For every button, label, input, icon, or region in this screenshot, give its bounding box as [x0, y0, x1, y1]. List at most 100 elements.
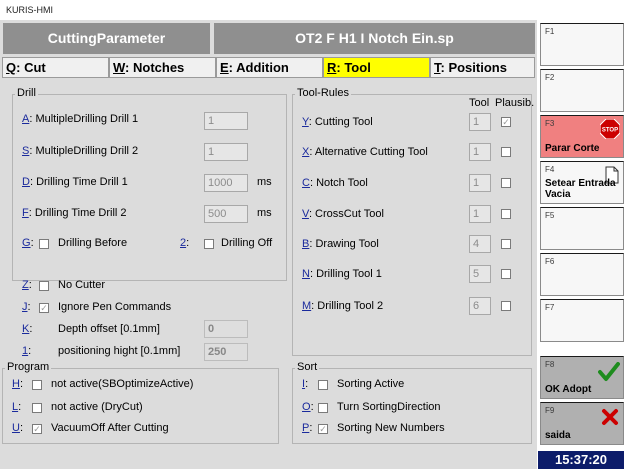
multiple-drilling-drill-1-input[interactable]: 1 — [204, 112, 248, 130]
field-label: : Drilling Time Drill 1 — [29, 176, 128, 188]
drilling-tool-2-input[interactable]: 6 — [469, 297, 491, 315]
ignore-pen-checkbox[interactable]: ✓ — [39, 303, 49, 313]
hotkey[interactable]: I — [302, 378, 305, 390]
f1-button[interactable]: F1 — [540, 23, 624, 66]
sb-optimize-checkbox[interactable] — [32, 380, 42, 390]
field-label: : Alternative Cutting Tool — [309, 146, 428, 158]
drilling-time-drill-1-input[interactable]: 1000 — [204, 174, 248, 192]
fkey-id: F1 — [545, 27, 555, 36]
hotkey[interactable]: G — [22, 237, 31, 249]
fkey-label: Setear Entrada Vacia — [545, 178, 616, 200]
notch-tool-plausib-checkbox[interactable] — [501, 178, 511, 188]
page-title: CuttingParameter — [3, 23, 210, 54]
tab-tool[interactable]: R: Tool — [323, 57, 430, 78]
alt-cutting-tool-input[interactable]: 1 — [469, 143, 491, 161]
drilling-before-checkbox[interactable] — [39, 239, 49, 249]
stop-sign-text: STOP — [602, 128, 618, 134]
depth-offset-input[interactable]: 0 — [204, 320, 248, 338]
tool-column-header: Tool — [469, 97, 490, 109]
multiple-drilling-drill-2-input[interactable]: 1 — [204, 143, 248, 161]
tool-rule-label: V: CrossCut Tool — [302, 208, 384, 220]
hotkey[interactable]: K — [22, 323, 29, 335]
hotkey[interactable]: P — [302, 422, 309, 434]
positioning-hight-input[interactable]: 250 — [204, 343, 248, 361]
drilling-off-label: Drilling Off — [221, 237, 273, 249]
fkey-id: F8 — [545, 360, 555, 369]
no-cutter-checkbox[interactable] — [39, 281, 49, 291]
tool-rule-label: Y: Cutting Tool — [302, 116, 373, 128]
hotkey[interactable]: M — [302, 300, 311, 312]
hotkey[interactable]: 2 — [180, 237, 186, 249]
hotkey[interactable]: D — [22, 176, 30, 188]
dry-cut-label: not active (DryCut) — [51, 401, 143, 413]
crosscut-tool-input[interactable]: 1 — [469, 205, 491, 223]
drilling-off-checkbox[interactable] — [204, 239, 214, 249]
hotkey[interactable]: H — [12, 378, 20, 390]
crosscut-tool-plausib-checkbox[interactable] — [501, 209, 511, 219]
alt-cutting-tool-plausib-checkbox[interactable] — [501, 147, 511, 157]
hotkey[interactable]: F — [22, 207, 29, 219]
drawing-tool-input[interactable]: 4 — [469, 235, 491, 253]
hotkey[interactable]: N — [302, 268, 310, 280]
hotkey[interactable]: C — [302, 177, 310, 189]
tab-bar: Q: Cut W: Notches E: Addition R: Tool T:… — [2, 57, 535, 78]
drilling-tool-1-plausib-checkbox[interactable] — [501, 269, 511, 279]
hotkey[interactable]: Y — [302, 116, 309, 128]
file-title: OT2 F H1 I Notch Ein.sp — [214, 23, 535, 54]
f2-button[interactable]: F2 — [540, 69, 624, 112]
dry-cut-checkbox[interactable] — [32, 403, 42, 413]
turn-sorting-direction-checkbox[interactable] — [318, 403, 328, 413]
tab-label: : Tool — [336, 60, 371, 75]
sorting-new-numbers-checkbox[interactable]: ✓ — [318, 424, 328, 434]
drill-row-label: A: MultipleDrilling Drill 1 — [22, 113, 138, 125]
drawing-tool-plausib-checkbox[interactable] — [501, 239, 511, 249]
drill-group-title: Drill — [15, 87, 38, 99]
field-label: : Drilling Tool 1 — [309, 268, 382, 280]
cutting-tool-plausib-checkbox[interactable]: ✓ — [501, 117, 511, 127]
tab-key: W — [113, 60, 126, 75]
program-row-hotkey: H: — [12, 378, 24, 390]
plausib-column-header: Plausib. — [495, 97, 535, 109]
hotkey[interactable]: J — [22, 301, 28, 313]
f8-ok-adopt-button[interactable]: F8 OK Adopt — [540, 356, 624, 399]
f6-button[interactable]: F6 — [540, 253, 624, 296]
tab-notches[interactable]: W: Notches — [109, 57, 216, 78]
hotkey[interactable]: L — [12, 401, 18, 413]
tab-label: : Cut — [16, 60, 46, 75]
function-key-panel: F1 F2 F3 STOP Parar Corte F4 Setear Entr… — [538, 20, 624, 469]
tool-rule-label: N: Drilling Tool 1 — [302, 268, 382, 280]
f9-exit-button[interactable]: F9 saida — [540, 402, 624, 445]
f5-button[interactable]: F5 — [540, 207, 624, 250]
program-group-title: Program — [5, 361, 52, 373]
field-label: : Drilling Time Drill 2 — [28, 207, 127, 219]
drilling-tool-1-input[interactable]: 5 — [469, 265, 491, 283]
hotkey[interactable]: Z — [22, 279, 29, 291]
hotkey[interactable]: V — [302, 208, 309, 220]
hotkey[interactable]: U — [12, 422, 20, 434]
drill-row-label: F: Drilling Time Drill 2 — [22, 207, 127, 219]
stop-sign-icon: STOP — [600, 119, 620, 139]
cutting-tool-input[interactable]: 1 — [469, 113, 491, 131]
hotkey[interactable]: O — [302, 401, 311, 413]
notch-tool-input[interactable]: 1 — [469, 174, 491, 192]
drilling-time-drill-2-input[interactable]: 500 — [204, 205, 248, 223]
window-title: KURIS-HMI — [0, 0, 624, 20]
f4-set-empty-input-button[interactable]: F4 Setear Entrada Vacia — [540, 161, 624, 204]
ignore-pen-label: Ignore Pen Commands — [58, 301, 172, 313]
field-label: : MultipleDrilling Drill 1 — [29, 113, 139, 125]
hotkey[interactable]: 1 — [22, 345, 28, 357]
tab-positions[interactable]: T: Positions — [430, 57, 535, 78]
clock: 15:37:20 — [538, 451, 624, 469]
sort-row-hotkey: P: — [302, 422, 313, 434]
drilling-tool-2-plausib-checkbox[interactable] — [501, 301, 511, 311]
f7-button[interactable]: F7 — [540, 299, 624, 342]
sorting-active-checkbox[interactable] — [318, 380, 328, 390]
tab-cut[interactable]: Q: Cut — [2, 57, 109, 78]
tab-key: E — [220, 60, 229, 75]
unit-label: ms — [257, 207, 272, 219]
tab-label: : Addition — [228, 60, 289, 75]
cross-icon — [602, 409, 618, 425]
tab-addition[interactable]: E: Addition — [216, 57, 323, 78]
vacuum-off-checkbox[interactable]: ✓ — [32, 424, 42, 434]
f3-stop-cut-button[interactable]: F3 STOP Parar Corte — [540, 115, 624, 158]
